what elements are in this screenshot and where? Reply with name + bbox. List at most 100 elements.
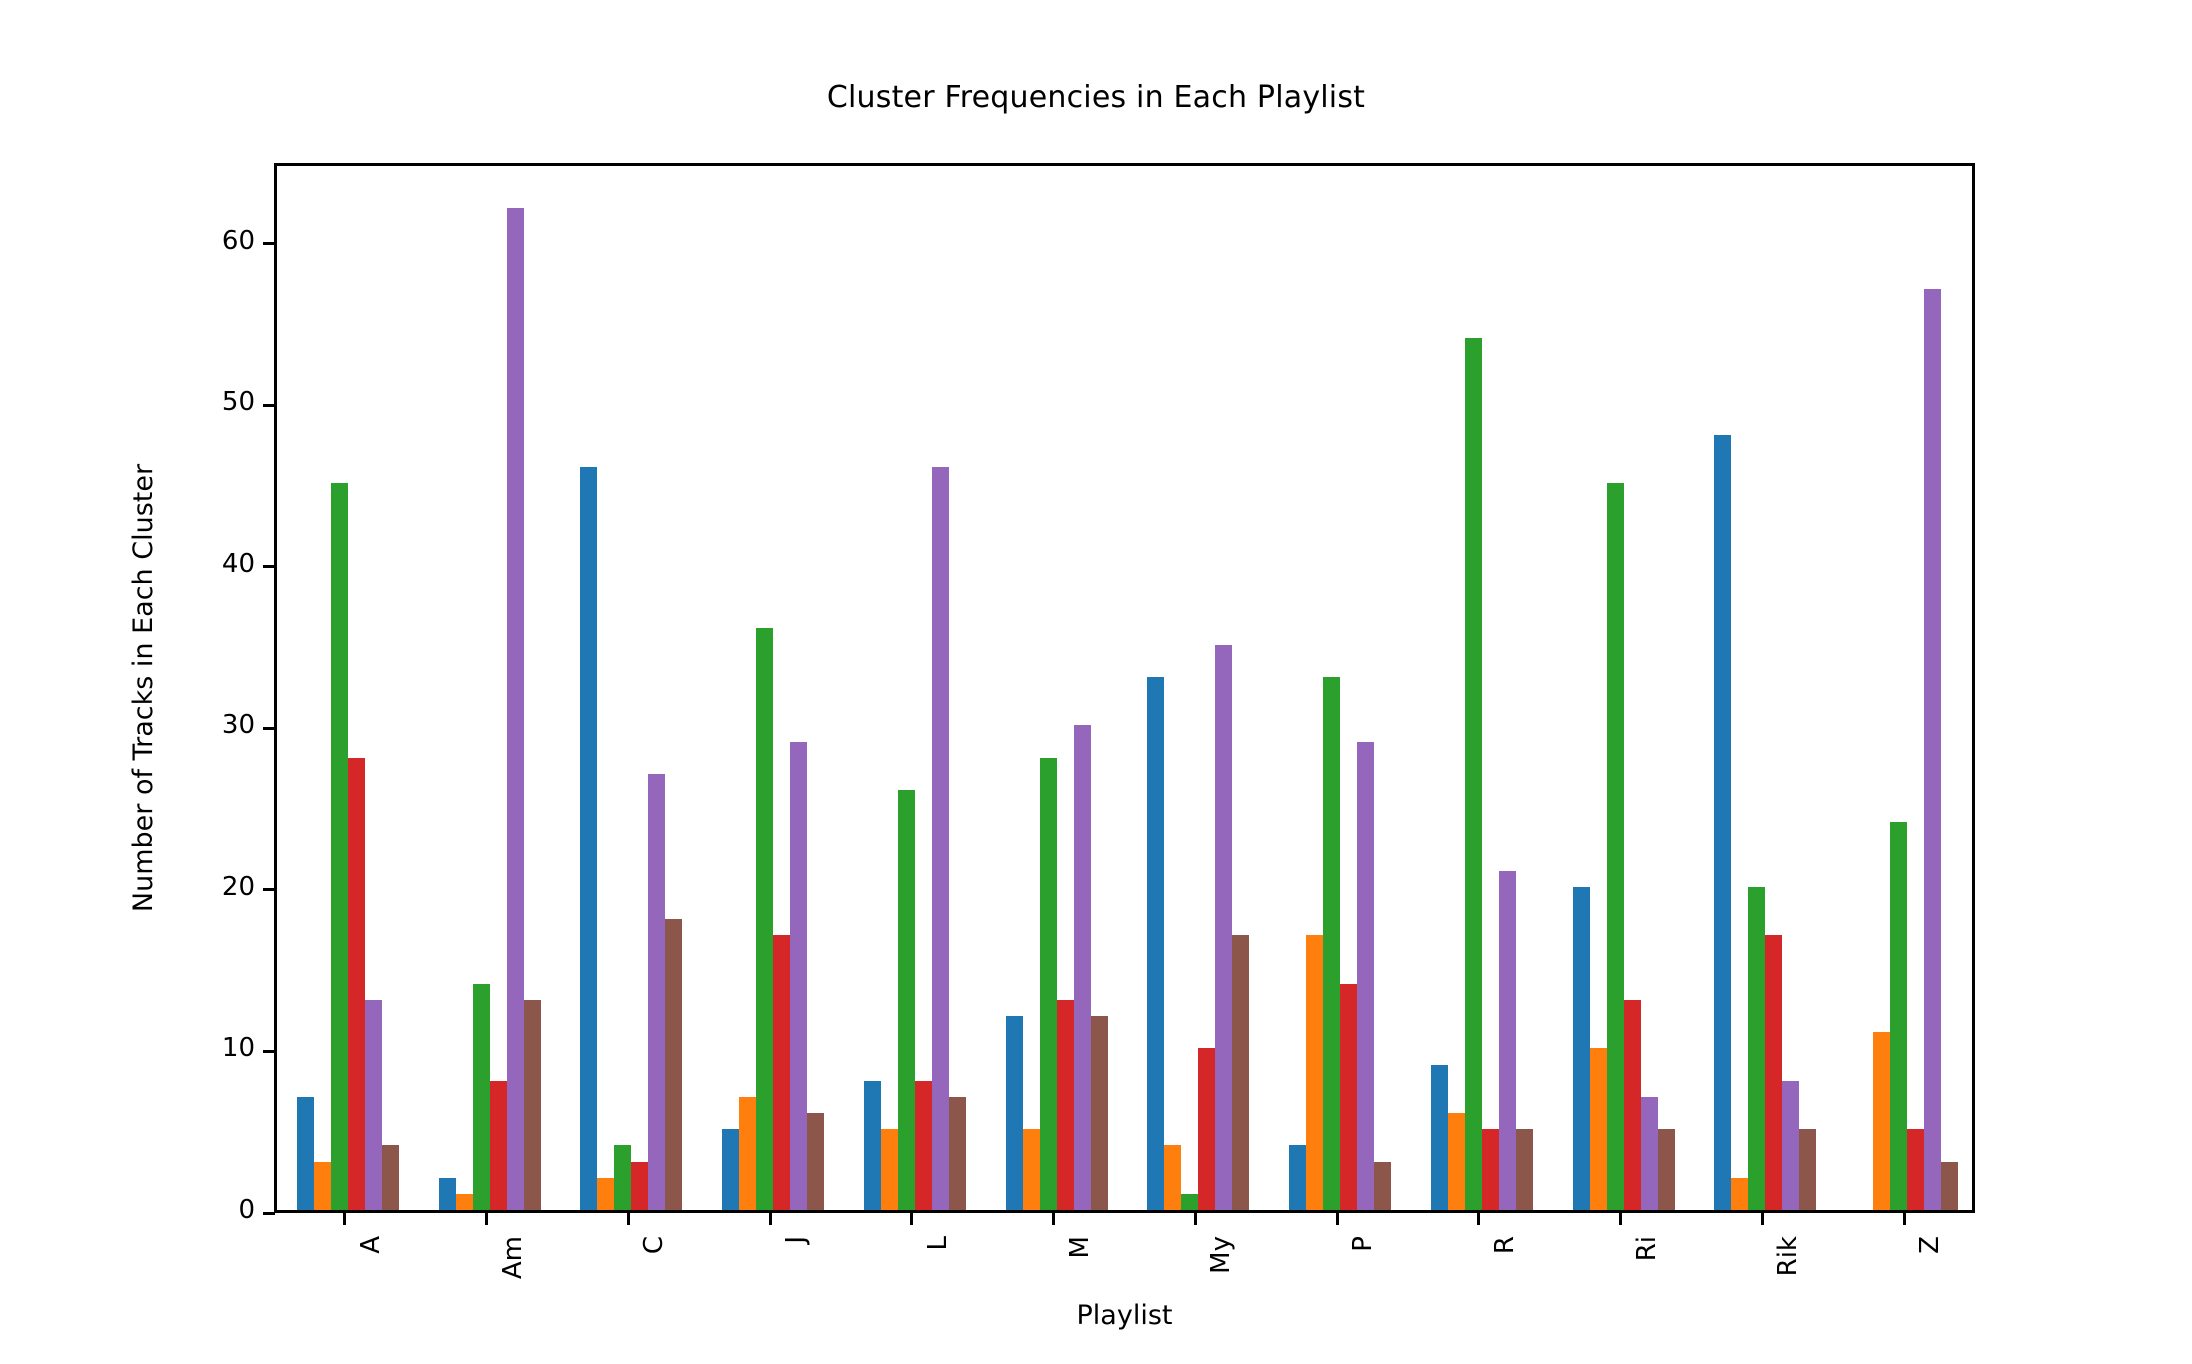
bar bbox=[1589, 1048, 1607, 1210]
x-axis-tick-label: My bbox=[1206, 1236, 1237, 1274]
bar bbox=[1306, 935, 1324, 1210]
bar bbox=[1623, 1000, 1641, 1210]
bar bbox=[489, 1080, 507, 1210]
bar bbox=[880, 1129, 898, 1210]
bar bbox=[313, 1161, 331, 1210]
bar bbox=[1498, 870, 1516, 1210]
bar bbox=[665, 919, 683, 1210]
bar bbox=[807, 1113, 825, 1210]
x-axis-tick-label: Rik bbox=[1773, 1236, 1804, 1277]
bar bbox=[1765, 935, 1783, 1210]
bar bbox=[631, 1161, 649, 1210]
bar bbox=[381, 1145, 399, 1210]
bar bbox=[1430, 1064, 1448, 1210]
x-axis-tick-label: M bbox=[1064, 1236, 1095, 1259]
x-axis-tick-label: R bbox=[1489, 1236, 1520, 1255]
x-axis-tick-label: Z bbox=[1915, 1236, 1946, 1254]
y-axis-tick-label: 50 bbox=[221, 387, 255, 418]
bar bbox=[739, 1096, 757, 1210]
bar bbox=[1657, 1129, 1675, 1210]
bar bbox=[1924, 289, 1942, 1210]
bar bbox=[1907, 1129, 1925, 1210]
bar bbox=[1073, 725, 1091, 1210]
bar bbox=[648, 773, 666, 1210]
bar bbox=[1056, 1000, 1074, 1210]
bar bbox=[330, 483, 348, 1210]
bar bbox=[1714, 434, 1732, 1210]
bar bbox=[1232, 935, 1250, 1210]
x-axis-tick-label: C bbox=[639, 1236, 670, 1255]
bar bbox=[1147, 676, 1165, 1210]
x-axis-tick-mark bbox=[1902, 1213, 1906, 1225]
bar bbox=[897, 790, 915, 1210]
plot-area bbox=[274, 163, 1975, 1213]
bar bbox=[1323, 676, 1341, 1210]
bar bbox=[1215, 644, 1233, 1210]
bar bbox=[506, 208, 524, 1210]
y-axis-label: Number of Tracks in Each Cluster bbox=[128, 463, 159, 913]
bar bbox=[1181, 1193, 1199, 1210]
bar bbox=[1005, 1016, 1023, 1210]
bar bbox=[722, 1129, 740, 1210]
bar bbox=[948, 1096, 966, 1210]
bar bbox=[597, 1177, 615, 1210]
bar bbox=[1481, 1129, 1499, 1210]
bar bbox=[1022, 1129, 1040, 1210]
y-axis-tick-label: 40 bbox=[221, 548, 255, 579]
x-axis-label: Playlist bbox=[1076, 1300, 1173, 1331]
y-axis-tick-label: 0 bbox=[238, 1195, 255, 1225]
bar bbox=[863, 1080, 881, 1210]
bar bbox=[1890, 822, 1908, 1210]
matplotlib-figure: Cluster Frequencies in Each Playlist Num… bbox=[0, 0, 2192, 1364]
bar bbox=[1374, 1161, 1392, 1210]
bar bbox=[790, 741, 808, 1210]
x-axis-tick-label: A bbox=[355, 1236, 386, 1254]
bar bbox=[438, 1177, 456, 1210]
x-axis-tick-mark bbox=[1052, 1213, 1056, 1225]
x-axis-tick-mark bbox=[1760, 1213, 1764, 1225]
bar bbox=[296, 1096, 314, 1210]
bar bbox=[1572, 886, 1590, 1210]
bars-layer bbox=[277, 166, 1972, 1210]
x-axis-tick-mark bbox=[343, 1213, 347, 1225]
bar bbox=[1357, 741, 1375, 1210]
bar bbox=[1873, 1032, 1891, 1210]
x-axis-tick-mark bbox=[626, 1213, 630, 1225]
bar bbox=[523, 1000, 541, 1210]
bar bbox=[580, 466, 598, 1210]
x-axis-tick-mark bbox=[910, 1213, 914, 1225]
bar bbox=[1464, 337, 1482, 1210]
y-axis-tick-label: 20 bbox=[221, 871, 255, 902]
bar bbox=[773, 935, 791, 1210]
bar bbox=[756, 628, 774, 1210]
bar bbox=[1941, 1161, 1959, 1210]
x-axis-tick-label: Ri bbox=[1631, 1236, 1662, 1262]
bar bbox=[472, 983, 490, 1210]
bar bbox=[1340, 983, 1358, 1210]
x-axis-tick-mark bbox=[1335, 1213, 1339, 1225]
bar bbox=[1515, 1129, 1533, 1210]
bar bbox=[1447, 1113, 1465, 1210]
bar bbox=[1748, 886, 1766, 1210]
chart-title: Cluster Frequencies in Each Playlist bbox=[826, 80, 1366, 115]
bar bbox=[1731, 1177, 1749, 1210]
y-axis-tick-label: 10 bbox=[221, 1033, 255, 1064]
x-axis-tick-label: L bbox=[922, 1236, 953, 1251]
bar bbox=[1198, 1048, 1216, 1210]
bar bbox=[1164, 1145, 1182, 1210]
bar bbox=[1782, 1080, 1800, 1210]
x-axis-tick-label: Am bbox=[497, 1236, 528, 1280]
bar bbox=[1039, 757, 1057, 1210]
x-axis-tick-label: P bbox=[1348, 1236, 1379, 1252]
x-axis-tick-mark bbox=[1193, 1213, 1197, 1225]
bar bbox=[914, 1080, 932, 1210]
bar bbox=[1090, 1016, 1108, 1210]
bar bbox=[347, 757, 365, 1210]
bar bbox=[1799, 1129, 1817, 1210]
bar bbox=[364, 1000, 382, 1210]
bar bbox=[931, 466, 949, 1210]
bar bbox=[1606, 483, 1624, 1210]
x-axis-tick-mark bbox=[1477, 1213, 1481, 1225]
bar bbox=[455, 1193, 473, 1210]
y-axis-tick-label: 30 bbox=[221, 710, 255, 741]
